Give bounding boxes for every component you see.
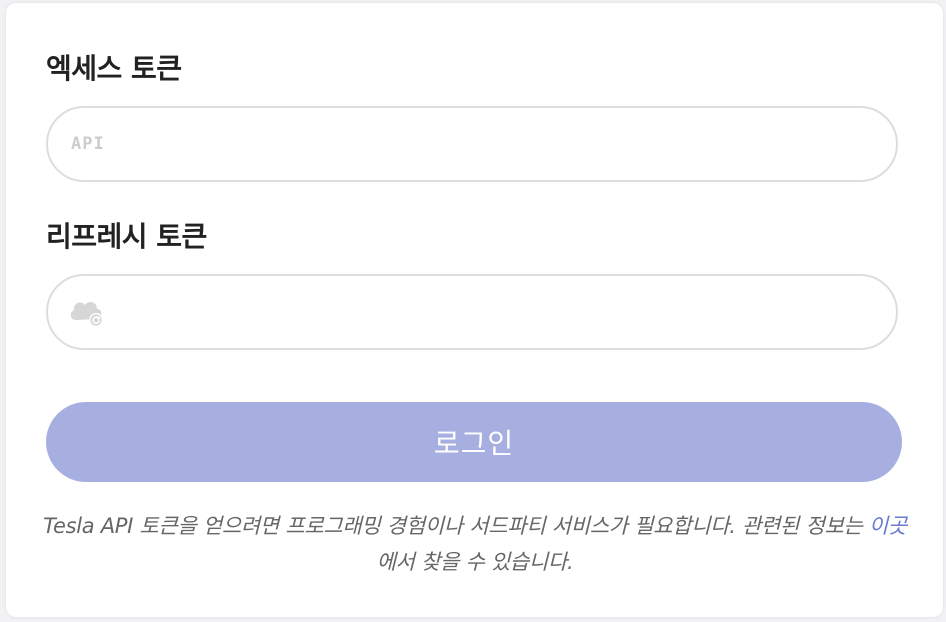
refresh-token-label: 리프레시 토큰 bbox=[46, 220, 207, 253]
login-button[interactable]: 로그인 bbox=[46, 402, 902, 482]
note-text-before: Tesla API 토큰을 얻으려면 프로그래밍 경험이나 서드파티 서비스가 … bbox=[43, 514, 869, 538]
login-card: 엑세스 토큰 API 리프레시 토큰 로그인 Tesla API 토큰을 얻으려… bbox=[6, 3, 943, 617]
note-text-after: 에서 찾을 수 있습니다. bbox=[376, 550, 574, 574]
access-token-field[interactable]: API bbox=[46, 106, 898, 182]
api-icon: API bbox=[71, 134, 105, 154]
refresh-token-field[interactable] bbox=[46, 274, 898, 350]
info-link[interactable]: 이곳 bbox=[869, 514, 907, 538]
refresh-token-input[interactable] bbox=[118, 275, 866, 349]
cloud-refresh-icon bbox=[70, 301, 103, 327]
access-token-label: 엑세스 토큰 bbox=[46, 52, 182, 85]
api-help-note: Tesla API 토큰을 얻으려면 프로그래밍 경험이나 서드파티 서비스가 … bbox=[42, 508, 908, 580]
access-token-input[interactable] bbox=[118, 107, 866, 181]
